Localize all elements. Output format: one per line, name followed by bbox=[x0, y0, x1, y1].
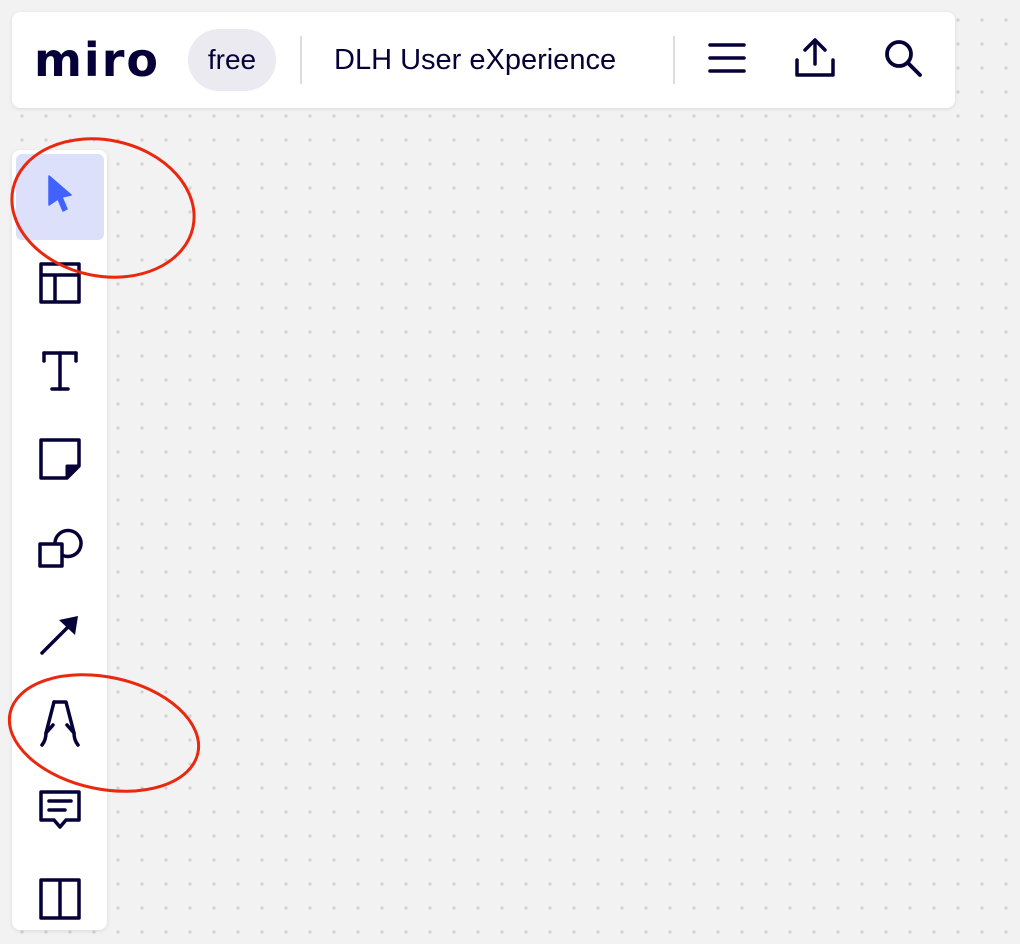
miro-logo[interactable]: miro bbox=[34, 32, 160, 88]
cursor-arrow-icon bbox=[44, 174, 76, 221]
hamburger-menu-icon bbox=[707, 40, 747, 81]
comment-tool[interactable] bbox=[16, 770, 104, 856]
pen-nib-icon bbox=[38, 697, 82, 754]
pen-tool[interactable] bbox=[16, 682, 104, 768]
search-icon bbox=[882, 37, 924, 84]
board-title[interactable]: DLH User eXperience bbox=[334, 32, 616, 88]
search-button[interactable] bbox=[879, 36, 927, 84]
divider bbox=[300, 36, 302, 84]
sticky-note-tool[interactable] bbox=[16, 418, 104, 504]
shapes-icon bbox=[37, 524, 83, 575]
more-tools-button[interactable] bbox=[16, 858, 104, 944]
left-toolbar bbox=[12, 150, 107, 930]
upload-icon bbox=[793, 36, 837, 85]
comment-icon bbox=[38, 789, 82, 838]
menu-button[interactable] bbox=[703, 36, 751, 84]
sticky-note-icon bbox=[38, 437, 82, 486]
shapes-tool[interactable] bbox=[16, 506, 104, 592]
frame-tool[interactable] bbox=[16, 242, 104, 328]
top-bar: miro free DLH User eXperience bbox=[12, 12, 955, 108]
annotation-overlay bbox=[7, 137, 201, 793]
share-button[interactable] bbox=[791, 36, 839, 84]
arrow-line-icon bbox=[38, 613, 82, 662]
text-tool[interactable] bbox=[16, 330, 104, 416]
connection-line-tool[interactable] bbox=[16, 594, 104, 680]
layout-columns-icon bbox=[38, 877, 82, 926]
divider bbox=[673, 36, 675, 84]
text-t-icon bbox=[38, 349, 82, 398]
select-tool[interactable] bbox=[16, 154, 104, 240]
frame-layout-icon bbox=[38, 261, 82, 310]
plan-badge[interactable]: free bbox=[188, 29, 276, 91]
